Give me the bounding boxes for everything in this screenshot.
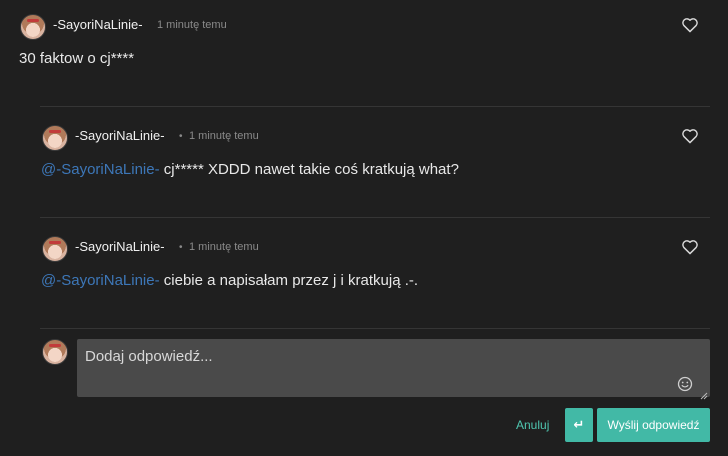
reply-input[interactable]: Dodaj odpowiedź... [77, 339, 710, 400]
avatar[interactable] [42, 125, 68, 151]
separator-dot: • [179, 242, 183, 253]
avatar[interactable] [42, 236, 68, 262]
timestamp: 1 minutę temu [157, 19, 227, 31]
reply-message: ciebie a napisałam przez j i kratkują .-… [163, 272, 419, 289]
username[interactable]: -SayoriNaLinie- [53, 17, 143, 32]
cancel-button[interactable]: Anuluj [516, 418, 549, 432]
mention-link[interactable]: @-SayoriNaLinie- [41, 161, 160, 178]
username[interactable]: -SayoriNaLinie- [75, 128, 165, 143]
emoji-icon[interactable] [677, 376, 693, 392]
separator-dot: • [179, 131, 183, 142]
reply-placeholder: Dodaj odpowiedź... [85, 348, 213, 365]
mention-link[interactable]: @-SayoriNaLinie- [41, 272, 160, 289]
divider [40, 328, 710, 329]
avatar [42, 339, 68, 365]
resize-handle-icon[interactable] [700, 387, 708, 400]
heart-icon[interactable] [681, 17, 699, 33]
divider [40, 106, 710, 107]
username[interactable]: -SayoriNaLinie- [75, 239, 165, 254]
timestamp: 1 minutę temu [189, 241, 259, 253]
enter-submit-button[interactable]: ↵ [565, 408, 593, 442]
timestamp: 1 minutę temu [189, 130, 259, 142]
reply-text: @-SayoriNaLinie- ciebie a napisałam prze… [41, 272, 418, 289]
heart-icon[interactable] [681, 239, 699, 255]
reply-text: @-SayoriNaLinie- cj***** XDDD nawet taki… [41, 161, 459, 178]
comment-text: 30 faktow o cj**** [19, 50, 135, 67]
send-reply-button[interactable]: Wyślij odpowiedź [597, 408, 710, 442]
avatar[interactable] [20, 14, 46, 40]
reply-message: cj***** XDDD nawet takie coś kratkują wh… [163, 161, 459, 178]
heart-icon[interactable] [681, 128, 699, 144]
divider [40, 217, 710, 218]
